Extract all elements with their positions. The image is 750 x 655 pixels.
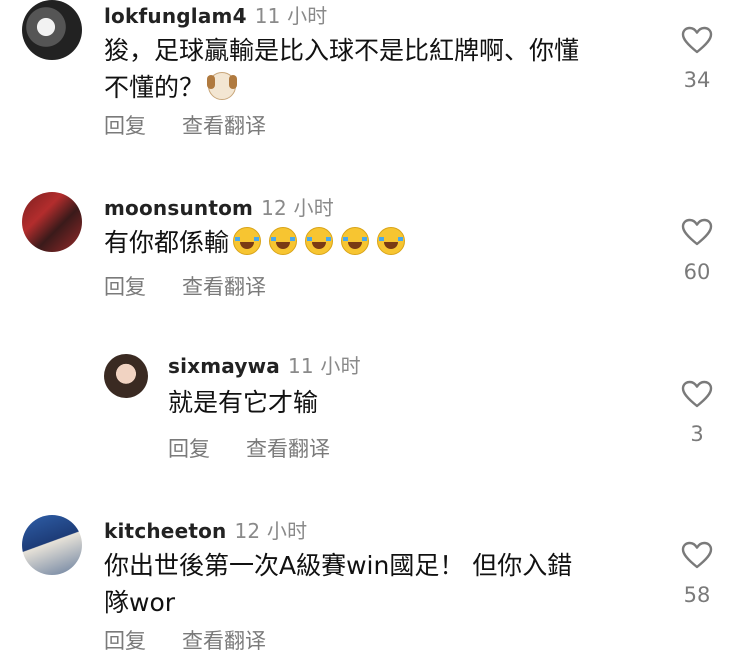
comment-username[interactable]: moonsuntom 12 小时	[104, 192, 334, 221]
like-control[interactable]: 60	[675, 218, 719, 284]
username-text[interactable]: kitcheeton	[104, 519, 226, 543]
face-with-tears-of-joy-icon	[269, 227, 298, 255]
heart-icon[interactable]	[681, 218, 713, 246]
comment-text: 有你都係輸	[104, 224, 406, 261]
dog-face-icon	[207, 72, 238, 100]
comment-time: 11 小时	[254, 4, 328, 28]
face-with-tears-of-joy-icon	[305, 227, 334, 255]
comment-time: 11 小时	[288, 354, 361, 378]
like-count: 58	[683, 583, 711, 607]
face-with-tears-of-joy-icon	[377, 227, 406, 255]
comment-actions: 回复 查看翻译	[104, 271, 266, 301]
comment-time: 12 小时	[261, 196, 334, 220]
comment-actions: 回复 查看翻译	[168, 433, 330, 463]
like-count: 3	[690, 422, 704, 446]
comment-text: 就是有它才输	[168, 384, 318, 421]
like-control[interactable]: 34	[675, 26, 719, 92]
heart-icon[interactable]	[681, 380, 713, 408]
comment-line: 就是有它才输	[168, 388, 319, 417]
user-avatar[interactable]	[22, 515, 82, 575]
heart-icon[interactable]	[681, 26, 713, 54]
comment-line: 不懂的？	[104, 73, 205, 102]
username-text[interactable]: lokfunglam4	[104, 4, 247, 28]
user-avatar[interactable]	[22, 0, 82, 60]
reply-button[interactable]: 回复	[104, 275, 146, 299]
like-control[interactable]: 3	[675, 380, 719, 446]
user-avatar[interactable]	[104, 354, 148, 398]
comment-time: 12 小时	[234, 519, 308, 543]
reply-button[interactable]: 回复	[104, 629, 146, 653]
translate-button[interactable]: 查看翻译	[182, 275, 266, 299]
username-text[interactable]: sixmaywa	[168, 354, 280, 378]
user-avatar[interactable]	[22, 192, 82, 252]
heart-icon[interactable]	[681, 541, 713, 569]
comment-line: 狻，足球贏輸是比入球不是比紅牌啊、你懂	[104, 36, 580, 65]
like-control[interactable]: 58	[675, 541, 719, 607]
translate-button[interactable]: 查看翻译	[182, 114, 266, 138]
comment-text: 你出世後第一次A級賽win國足！ 但你入錯 隊wor	[104, 547, 572, 621]
username-text[interactable]: moonsuntom	[104, 196, 253, 220]
reply-button[interactable]: 回复	[104, 114, 146, 138]
translate-button[interactable]: 查看翻译	[246, 437, 330, 461]
comment-line: 有你都係輸	[104, 228, 230, 257]
like-count: 34	[683, 68, 711, 92]
comment-actions: 回复 查看翻译	[104, 110, 266, 140]
face-with-tears-of-joy-icon	[341, 227, 370, 255]
comment-username[interactable]: kitcheeton 12 小时	[104, 515, 307, 544]
comment-line: 你出世後第一次A級賽win國足！ 但你入錯	[104, 551, 573, 580]
face-with-tears-of-joy-icon	[233, 227, 262, 255]
comment-line: 隊wor	[104, 588, 176, 617]
comment-username[interactable]: sixmaywa 11 小时	[168, 350, 361, 379]
translate-button[interactable]: 查看翻译	[182, 629, 266, 653]
like-count: 60	[683, 260, 711, 284]
comment-actions: 回复 查看翻译	[104, 625, 266, 655]
comment-text: 狻，足球贏輸是比入球不是比紅牌啊、你懂 不懂的？	[104, 32, 579, 106]
reply-button[interactable]: 回复	[168, 437, 210, 461]
comment-username[interactable]: lokfunglam4 11 小时	[104, 0, 328, 29]
